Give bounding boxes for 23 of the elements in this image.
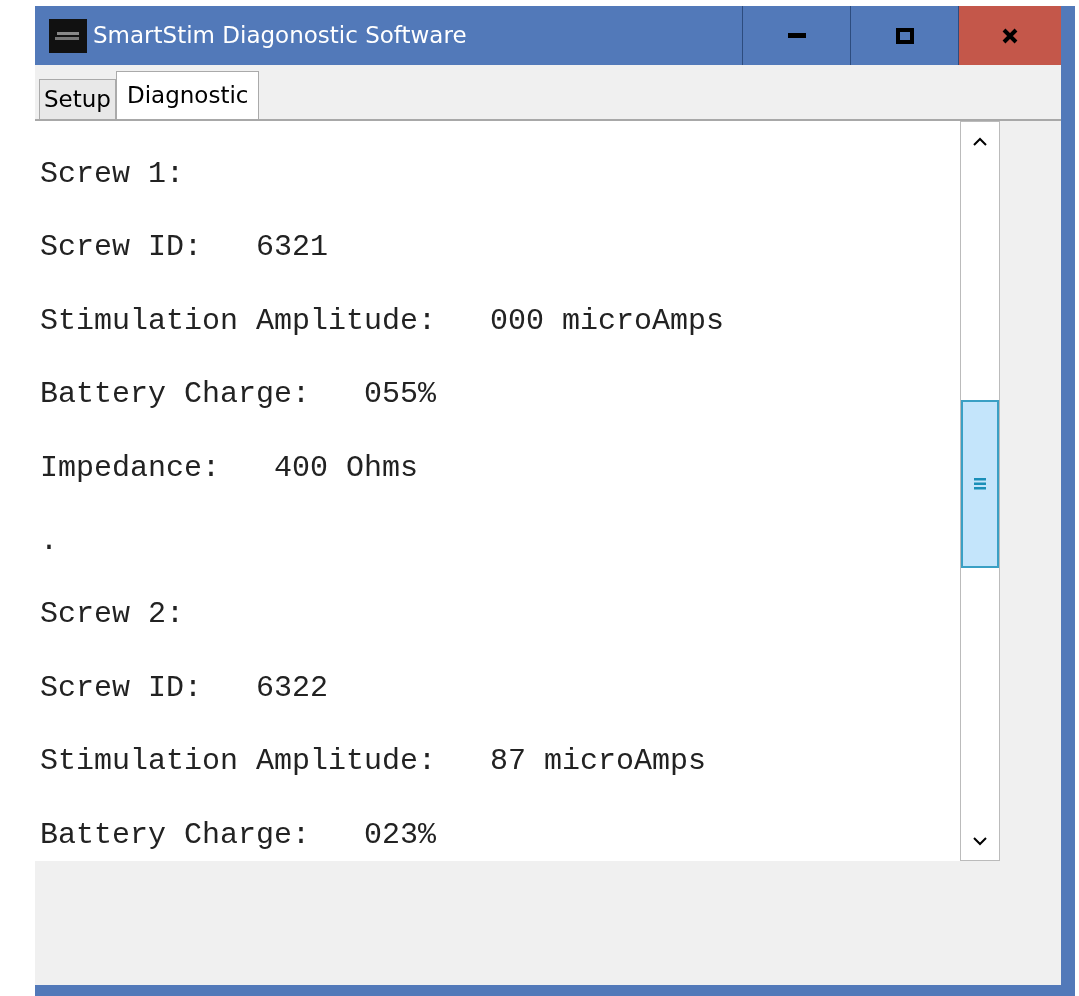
minimize-icon [787, 33, 806, 38]
output-line: Battery Charge: 055% [40, 377, 437, 412]
output-line: Screw ID: 6322 [40, 670, 329, 705]
output-line: Screw 1: [40, 157, 185, 191]
close-button[interactable] [958, 6, 1061, 65]
output-line: Stimulation Amplitude: 87 microAmps [40, 744, 707, 779]
chevron-down-icon [973, 836, 987, 846]
tab[interactable]: Setup [39, 79, 116, 119]
chevron-up-icon [973, 136, 987, 146]
scrollbar-thumb[interactable] [961, 400, 999, 568]
output-line: Impedance: 400 Ohms [40, 450, 419, 485]
output-line: Stimulation Amplitude: 000 microAmps [40, 303, 725, 338]
grip-icon [974, 478, 986, 490]
output-line: Screw 2: [40, 597, 185, 632]
window-title: SmartStim Diagonostic Software [93, 21, 467, 51]
output-line: Battery Charge: 023% [40, 817, 437, 852]
scrollbar[interactable] [960, 121, 1000, 861]
output-line: . [40, 523, 58, 558]
app-logo-icon [49, 18, 87, 53]
close-icon [1002, 27, 1018, 44]
output-line: Screw ID: 6321 [40, 230, 329, 265]
maximize-icon [895, 27, 914, 44]
tab[interactable]: Diagnostic [115, 71, 260, 119]
